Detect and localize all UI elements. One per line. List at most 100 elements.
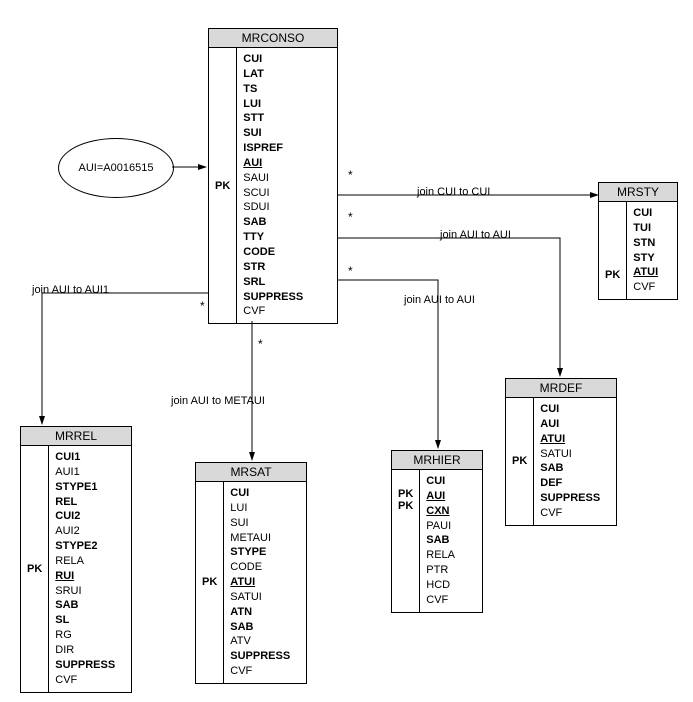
column-item: STYPE1 <box>55 480 115 495</box>
column-item: SUPPRESS <box>540 491 600 506</box>
column-item: CVF <box>243 304 303 319</box>
column-item: ATN <box>230 605 290 620</box>
edge-label-mrdef: join AUI to AUI <box>438 229 513 241</box>
column-item: STN <box>633 236 658 251</box>
entity-mrrel: MRREL PK CUI1AUI1STYPE1RELCUI2AUI2STYPE2… <box>20 426 132 693</box>
column-item: REL <box>55 495 115 510</box>
column-item: AUI <box>243 156 303 171</box>
column-item: CXN <box>426 504 455 519</box>
column-item: DEF <box>540 476 600 491</box>
column-item: SAB <box>243 215 303 230</box>
column-item: SRL <box>243 275 303 290</box>
entity-mrsat-pkcol: PK <box>196 482 224 683</box>
entity-mrsat-header: MRSAT <box>195 462 307 482</box>
entity-mrrel-pkcol: PK <box>21 446 49 692</box>
entity-mrdef-pkcol: PK <box>506 398 534 525</box>
column-item: SAB <box>55 598 115 613</box>
column-item: CUI <box>243 52 303 67</box>
column-item: RELA <box>426 548 455 563</box>
column-item: SATUI <box>540 447 600 462</box>
column-item: AUI1 <box>55 465 115 480</box>
column-item: TUI <box>633 221 658 236</box>
column-item: CODE <box>243 245 303 260</box>
entity-mrhier-cols: CUIAUICXNPAUISABRELAPTRHCDCVF <box>420 470 461 612</box>
column-item: RUI <box>55 569 115 584</box>
column-item: STR <box>243 260 303 275</box>
column-item: ATUI <box>540 432 600 447</box>
column-item: ATUI <box>633 265 658 280</box>
column-item: SCUI <box>243 186 303 201</box>
entity-mrdef-cols: CUIAUIATUISATUISABDEFSUPPRESSCVF <box>534 398 606 525</box>
column-item: STYPE2 <box>55 539 115 554</box>
edge-label-mrrel: join AUI to AUI1 <box>30 284 111 296</box>
column-item: SAB <box>230 620 290 635</box>
start-node-label: AUI=A0016515 <box>79 162 154 174</box>
column-item: LUI <box>230 501 290 516</box>
star-mrsty: * <box>348 168 353 182</box>
column-item: ATUI <box>230 575 290 590</box>
column-item: PAUI <box>426 519 455 534</box>
column-item: SUPPRESS <box>55 658 115 673</box>
column-item: CVF <box>633 280 658 295</box>
column-item: SAB <box>426 533 455 548</box>
column-item: LAT <box>243 67 303 82</box>
edge-label-mrsat: join AUI to METAUI <box>169 395 267 407</box>
entity-mrsty-pkcol: PK <box>599 202 627 299</box>
column-item: ATV <box>230 634 290 649</box>
column-item: SATUI <box>230 590 290 605</box>
entity-mrrel-cols: CUI1AUI1STYPE1RELCUI2AUI2STYPE2RELARUISR… <box>49 446 121 692</box>
column-item: LUI <box>243 97 303 112</box>
column-item: DIR <box>55 643 115 658</box>
column-item: AUI <box>426 489 455 504</box>
column-item: METAUI <box>230 531 290 546</box>
column-item: SL <box>55 613 115 628</box>
entity-mrsty-header: MRSTY <box>598 182 678 202</box>
column-item: RELA <box>55 554 115 569</box>
column-item: AUI2 <box>55 524 115 539</box>
entity-mrhier-header: MRHIER <box>391 450 483 470</box>
star-mrrel: * <box>200 299 205 313</box>
edge-label-mrhier: join AUI to AUI <box>402 294 477 306</box>
entity-mrsty: MRSTY PK CUITUISTNSTYATUICVF <box>598 182 678 300</box>
column-item: SRUI <box>55 584 115 599</box>
column-item: STYPE <box>230 545 290 560</box>
column-item: PTR <box>426 563 455 578</box>
entity-mrconso-pkcol: PK <box>209 48 237 323</box>
star-mrsat: * <box>258 337 263 351</box>
star-mrdef: * <box>348 210 353 224</box>
start-node: AUI=A0016515 <box>58 138 174 198</box>
entity-mrconso-header: MRCONSO <box>208 28 338 48</box>
column-item: RG <box>55 628 115 643</box>
entity-mrconso: MRCONSO PK CUILATTSLUISTTSUIISPREFAUISAU… <box>208 28 338 324</box>
column-item: CVF <box>426 593 455 608</box>
column-item: TTY <box>243 230 303 245</box>
column-item: HCD <box>426 578 455 593</box>
column-item: ISPREF <box>243 141 303 156</box>
column-item: SUPPRESS <box>230 649 290 664</box>
column-item: STY <box>633 251 658 266</box>
column-item: AUI <box>540 417 600 432</box>
entity-mrsat: MRSAT PK CUILUISUIMETAUISTYPECODEATUISAT… <box>195 462 307 684</box>
column-item: CUI <box>426 474 455 489</box>
column-item: CUI <box>540 402 600 417</box>
column-item: STT <box>243 111 303 126</box>
column-item: TS <box>243 82 303 97</box>
entity-mrhier: MRHIER PK PK CUIAUICXNPAUISABRELAPTRHCDC… <box>391 450 483 613</box>
entity-mrsat-cols: CUILUISUIMETAUISTYPECODEATUISATUIATNSABA… <box>224 482 296 683</box>
column-item: CODE <box>230 560 290 575</box>
entity-mrrel-header: MRREL <box>20 426 132 446</box>
column-item: CUI <box>633 206 658 221</box>
column-item: CUI1 <box>55 450 115 465</box>
column-item: SDUI <box>243 200 303 215</box>
column-item: CUI <box>230 486 290 501</box>
column-item: SAB <box>540 461 600 476</box>
column-item: SUI <box>243 126 303 141</box>
edge-label-mrsty: join CUI to CUI <box>415 186 492 198</box>
column-item: CUI2 <box>55 509 115 524</box>
entity-mrconso-cols: CUILATTSLUISTTSUIISPREFAUISAUISCUISDUISA… <box>237 48 309 323</box>
entity-mrsty-cols: CUITUISTNSTYATUICVF <box>627 202 664 299</box>
entity-mrdef-header: MRDEF <box>505 378 617 398</box>
column-item: SUI <box>230 516 290 531</box>
star-mrhier: * <box>348 264 353 278</box>
column-item: SAUI <box>243 171 303 186</box>
